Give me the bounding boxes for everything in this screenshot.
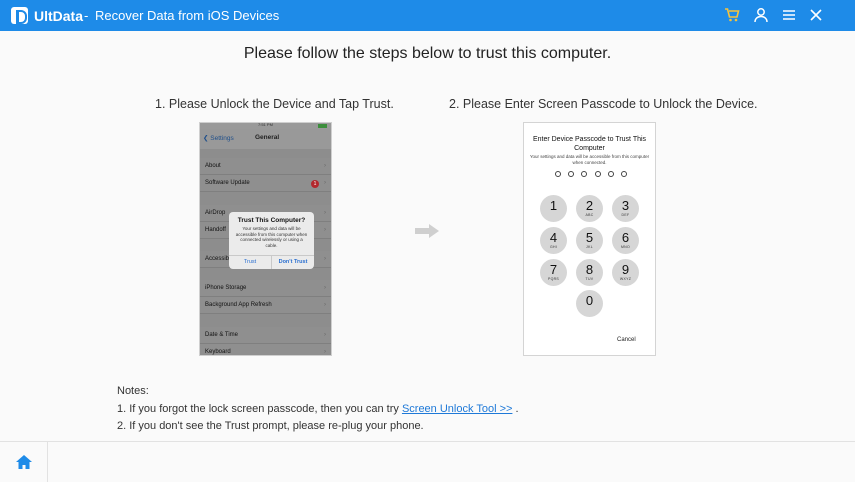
cart-icon[interactable]	[724, 7, 740, 23]
settings-row: About ›	[200, 158, 331, 175]
step1-title: 1. Please Unlock the Device and Tap Trus…	[155, 97, 394, 111]
keypad-key: 0	[576, 290, 603, 317]
trust-dialog: Trust This Computer? Your settings and d…	[229, 212, 314, 269]
keypad-key: 3 DEF	[612, 195, 639, 222]
passcode-cancel: Cancel	[617, 337, 636, 343]
app-subtitle: Recover Data from iOS Devices	[95, 8, 280, 23]
keypad-key: 6 MNO	[612, 227, 639, 254]
battery-icon	[318, 124, 327, 128]
passcode-dots	[555, 171, 627, 177]
update-badge: 1	[311, 180, 319, 188]
trust-screenshot: 7:51 PM ❮ Settings General About › Softwa…	[199, 122, 332, 356]
settings-nav-bar: ❮ Settings General	[200, 129, 331, 149]
note-line-1: 1. If you forgot the lock screen passcod…	[117, 402, 519, 415]
home-icon[interactable]	[15, 454, 33, 470]
passcode-subtitle: Your settings and data will be accessibl…	[529, 154, 650, 165]
ultdata-logo-icon	[11, 7, 28, 24]
title-separator: -	[84, 8, 89, 23]
settings-header: General	[255, 134, 280, 141]
keypad-key: 1	[540, 195, 567, 222]
keypad-key: 4 GHI	[540, 227, 567, 254]
note-line-2: 2. If you don't see the Trust prompt, pl…	[117, 420, 424, 432]
notes-heading: Notes:	[117, 385, 149, 397]
app-name: UltData	[34, 8, 84, 24]
trust-dialog-body: Your settings and data will be accessibl…	[235, 226, 308, 248]
passcode-screenshot: Enter Device Passcode to Trust This Comp…	[523, 122, 656, 356]
notes-section: Notes: 1. If you forgot the lock screen …	[117, 383, 519, 436]
settings-row: Keyboard ›	[200, 344, 331, 355]
keypad-key: 2 ABC	[576, 195, 603, 222]
keypad-key: 7 PQRS	[540, 259, 567, 286]
settings-row: Software Update 1 ›	[200, 175, 331, 192]
arrow-right-icon	[415, 224, 439, 238]
passcode-title: Enter Device Passcode to Trust This Comp…	[532, 136, 647, 152]
screen-unlock-tool-link[interactable]: Screen Unlock Tool >>	[402, 403, 512, 415]
trust-button: Trust	[243, 259, 257, 265]
page-title: Please follow the steps below to trust t…	[243, 45, 612, 62]
footer-bar	[0, 441, 855, 482]
menu-icon[interactable]	[781, 7, 797, 23]
dont-trust-button: Don't Trust	[271, 256, 314, 269]
settings-back-link: ❮ Settings	[203, 135, 234, 142]
settings-row: iPhone Storage ›	[200, 280, 331, 297]
settings-row: Background App Refresh ›	[200, 297, 331, 314]
close-icon[interactable]	[808, 7, 824, 23]
title-bar: UltData - Recover Data from iOS Devices	[0, 0, 855, 31]
user-icon[interactable]	[753, 7, 769, 23]
phone-time: 7:51 PM	[258, 122, 273, 127]
step2-title: 2. Please Enter Screen Passcode to Unloc…	[449, 97, 758, 111]
trust-dialog-title: Trust This Computer?	[237, 217, 306, 224]
keypad-key: 9 WXYZ	[612, 259, 639, 286]
keypad-key: 8 TUV	[576, 259, 603, 286]
keypad-key: 5 JKL	[576, 227, 603, 254]
home-button[interactable]	[0, 442, 48, 482]
settings-row: Date & Time ›	[200, 327, 331, 344]
